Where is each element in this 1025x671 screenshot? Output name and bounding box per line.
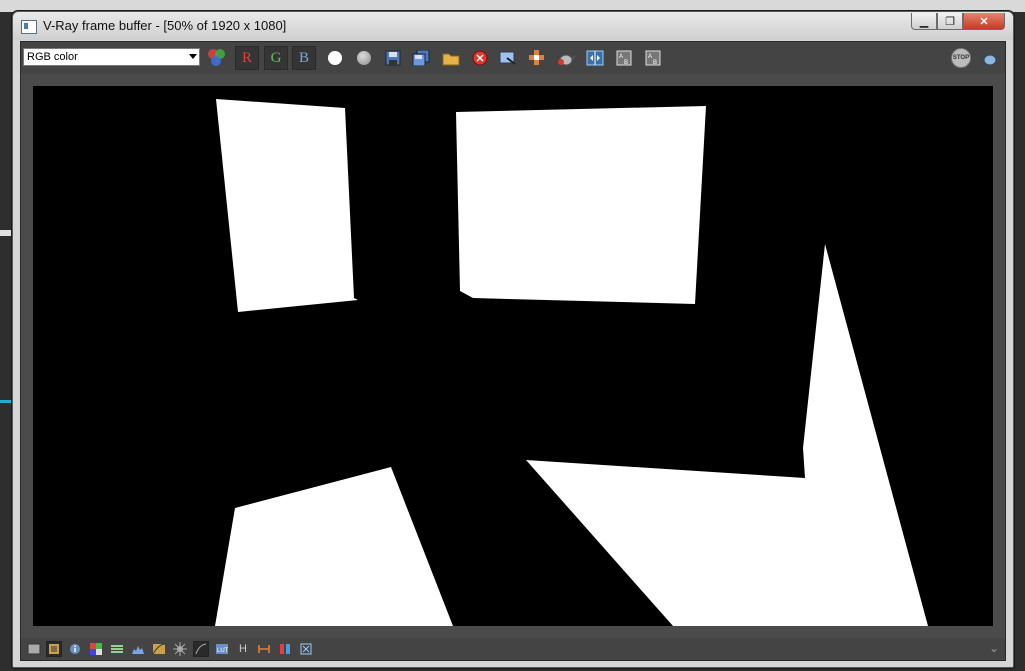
render-teapot-icon[interactable] bbox=[556, 48, 576, 68]
stop-icon: STOP bbox=[951, 48, 971, 68]
svg-text:A: A bbox=[619, 54, 623, 60]
svg-text:LUT: LUT bbox=[217, 648, 229, 654]
channel-select-value: RGB color bbox=[27, 51, 78, 63]
copy-to-max-icon[interactable] bbox=[498, 48, 518, 68]
title-bar[interactable]: V-Ray frame buffer - [50% of 1920 x 1080… bbox=[13, 12, 1013, 40]
color-lut-icon[interactable] bbox=[109, 641, 125, 657]
pixel-info-icon[interactable] bbox=[88, 641, 104, 657]
white-circle-icon[interactable] bbox=[325, 48, 345, 68]
histogram-icon[interactable] bbox=[130, 641, 146, 657]
blue-channel-button[interactable]: B bbox=[292, 46, 316, 70]
render-viewport[interactable] bbox=[33, 86, 993, 626]
save-all-icon[interactable] bbox=[411, 48, 431, 68]
frame-buffer-body: RGB color R G B A B A B STOP LUT H ⌄ bbox=[20, 41, 1006, 661]
window-title: V-Ray frame buffer - [50% of 1920 x 1080… bbox=[43, 18, 287, 33]
svg-text:B: B bbox=[653, 60, 657, 66]
window-controls: ▁ ❐ ✕ bbox=[911, 13, 1005, 31]
clear-icon[interactable] bbox=[470, 48, 490, 68]
save-icon[interactable] bbox=[383, 48, 403, 68]
render-shape bbox=[456, 106, 706, 304]
color-balance-icon[interactable] bbox=[277, 641, 293, 657]
display-correction-icon[interactable] bbox=[26, 641, 42, 657]
chevron-down-icon bbox=[189, 54, 197, 59]
app-icon bbox=[21, 20, 37, 34]
bottom-toolbar: LUT H ⌄ bbox=[21, 638, 1005, 660]
svg-text:A: A bbox=[648, 54, 652, 60]
channel-select[interactable]: RGB color bbox=[23, 48, 200, 66]
svg-text:B: B bbox=[624, 60, 628, 66]
stereo-icon[interactable] bbox=[193, 641, 209, 657]
green-channel-icon: G bbox=[270, 49, 282, 66]
stop-button[interactable]: STOP bbox=[951, 48, 971, 68]
minimize-button[interactable]: ▁ bbox=[911, 13, 937, 30]
green-channel-button[interactable]: G bbox=[264, 46, 288, 70]
info-icon[interactable] bbox=[67, 641, 83, 657]
ab-a-icon[interactable]: AB bbox=[614, 48, 634, 68]
open-icon[interactable] bbox=[441, 48, 461, 68]
ab-b-icon[interactable]: AB bbox=[643, 48, 663, 68]
grey-circle-icon[interactable] bbox=[354, 48, 374, 68]
rgb-channels-icon[interactable] bbox=[207, 48, 227, 68]
expand-icon[interactable]: ⌄ bbox=[989, 641, 999, 655]
red-channel-button[interactable]: R bbox=[235, 46, 259, 70]
render-shape bbox=[216, 99, 358, 312]
history-icon[interactable] bbox=[46, 641, 62, 657]
curves-icon[interactable] bbox=[151, 641, 167, 657]
maximize-button[interactable]: ❐ bbox=[937, 13, 963, 30]
render-icon[interactable] bbox=[980, 48, 1000, 68]
toolbar: RGB color R G B A B A B STOP bbox=[21, 42, 1005, 74]
blue-channel-icon: B bbox=[298, 49, 309, 66]
denoise-icon[interactable] bbox=[298, 641, 314, 657]
vray-frame-buffer-window: V-Ray frame buffer - [50% of 1920 x 1080… bbox=[12, 11, 1014, 668]
ocio-icon[interactable]: LUT bbox=[214, 641, 230, 657]
compare-ab-icon[interactable] bbox=[585, 48, 605, 68]
track-mouse-icon[interactable] bbox=[527, 48, 547, 68]
render-image bbox=[33, 86, 993, 626]
close-button[interactable]: ✕ bbox=[963, 13, 1005, 30]
exposure-icon[interactable] bbox=[256, 641, 272, 657]
red-channel-icon: R bbox=[241, 49, 252, 66]
lens-effects-icon[interactable] bbox=[172, 641, 188, 657]
hsv-icon[interactable]: H bbox=[235, 641, 251, 657]
